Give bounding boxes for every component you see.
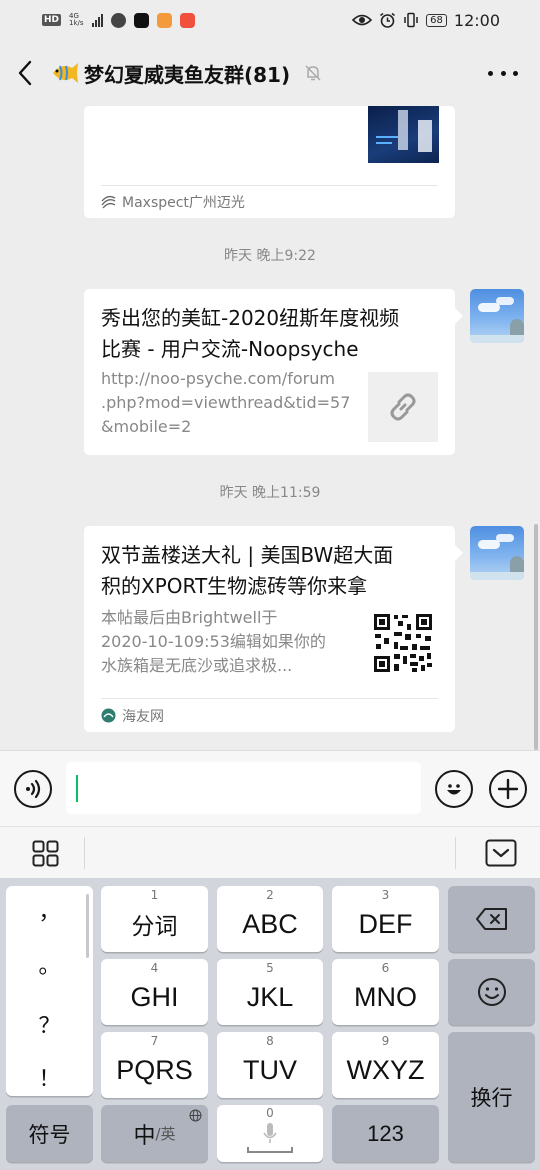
network-speed: 1k/s — [69, 19, 84, 27]
bubble-tail — [455, 308, 463, 324]
backspace-key[interactable] — [448, 886, 535, 952]
link-card-noopsyche[interactable]: 秀出您的美缸-2020纽斯年度视频 比赛 - 用户交流-Noopsyche ht… — [84, 289, 455, 455]
toolbar-divider — [455, 837, 456, 869]
card-source-label: Maxspect广州迈光 — [122, 195, 245, 211]
lang-main-label: 中 — [133, 1123, 156, 1149]
key-9-wxyz[interactable]: 9 WXYZ — [332, 1032, 439, 1098]
punctuation-scrollbar — [86, 894, 89, 958]
microphone-icon — [263, 1122, 277, 1143]
emoji-smile-icon — [447, 784, 461, 795]
vibrate-icon — [404, 12, 418, 28]
key-8-tuv[interactable]: 8 TUV — [217, 1032, 323, 1098]
link-thumbnail — [368, 106, 439, 163]
keyboard-toolbar — [0, 826, 540, 878]
space-key[interactable]: 0 — [217, 1105, 323, 1162]
punct-comma-key[interactable]: ， — [6, 894, 93, 926]
key-5-jkl[interactable]: 5 JKL — [217, 959, 323, 1025]
globe-icon — [189, 1109, 202, 1122]
key-7-pqrs[interactable]: 7 PQRS — [101, 1032, 208, 1098]
plus-icon — [497, 778, 519, 800]
more-actions-button[interactable] — [489, 770, 527, 808]
emoji-key[interactable] — [448, 959, 535, 1025]
key-3-def[interactable]: 3 DEF — [332, 886, 439, 952]
symbols-key[interactable]: 符号 — [6, 1105, 93, 1162]
language-switch-key[interactable]: 中/英 — [101, 1105, 208, 1162]
hd-indicator: HD — [42, 14, 62, 26]
card-source: Maxspect广州迈光 — [101, 185, 438, 218]
card-source: 海友网 — [101, 698, 438, 732]
chat-header: 梦幻夏威夷鱼友群(81) — [0, 40, 540, 106]
link-card-maxspect[interactable]: Maxspect广州迈光 — [84, 106, 455, 218]
qr-code-thumbnail — [372, 612, 434, 674]
key-1-fenci[interactable]: 1 分词 — [101, 886, 208, 952]
network-indicator: 4G 1k/s — [69, 13, 84, 27]
key-6-mno[interactable]: 6 MNO — [332, 959, 439, 1025]
backspace-icon — [475, 908, 507, 930]
app-notification-icon-red — [179, 12, 195, 28]
punct-exclaim-key[interactable]: ！ — [6, 1061, 93, 1093]
app-notification-icon — [110, 12, 126, 28]
status-bar: HD 4G 1k/s 68 12:00 — [0, 0, 540, 40]
link-description: http://noo-psyche.com/forum .php?mod=vie… — [101, 369, 351, 436]
bubble-tail — [455, 545, 463, 561]
key-4-ghi[interactable]: 4 GHI — [101, 959, 208, 1025]
link-title: 秀出您的美缸-2020纽斯年度视频 比赛 - 用户交流-Noopsyche — [101, 306, 400, 361]
hide-keyboard-icon[interactable] — [485, 839, 517, 867]
tiktok-notification-icon — [133, 12, 149, 28]
message-timestamp: 昨天 晚上11:59 — [219, 485, 321, 501]
link-description: 本帖最后由Brightwell于 2020-10-109:53编辑如果你的 水族… — [101, 608, 326, 675]
eye-icon — [352, 14, 373, 26]
voice-input-button[interactable] — [14, 770, 52, 808]
punct-question-key[interactable]: ？ — [6, 1008, 93, 1040]
back-arrow-icon — [18, 60, 32, 86]
chat-title: 梦幻夏威夷鱼友群(81) — [84, 62, 291, 87]
voice-icon — [26, 779, 41, 799]
link-card-haiyou[interactable]: 双节盖楼送大礼 | 美国BW超大面 积的XPORT生物滤砖等你来拿 本帖最后由B… — [84, 526, 455, 732]
lang-alt-label: /英 — [155, 1125, 176, 1143]
text-caret — [76, 775, 78, 802]
toolbar-divider — [84, 837, 85, 869]
enter-key[interactable]: 换行 — [448, 1032, 535, 1162]
signal-icon — [91, 13, 103, 27]
mute-bell-icon — [305, 65, 321, 81]
back-button[interactable] — [0, 40, 50, 106]
numbers-key[interactable]: 123 — [332, 1105, 439, 1162]
maxspect-logo-icon — [101, 195, 116, 209]
key-2-abc[interactable]: 2 ABC — [217, 886, 323, 952]
more-options-button[interactable] — [488, 62, 518, 84]
fish-emoji-icon — [53, 63, 78, 83]
emoji-button[interactable] — [435, 770, 473, 808]
haiyou-logo-icon — [101, 708, 116, 723]
user-avatar[interactable] — [470, 289, 524, 343]
alarm-icon — [380, 12, 396, 28]
smiley-icon — [477, 978, 506, 1006]
app-notification-icon-orange — [156, 12, 172, 28]
user-avatar[interactable] — [470, 526, 524, 580]
t9-keyboard: ， 。 ？ ！ 1 分词 2 ABC 3 DEF 4 GHI 5 JKL 6 M… — [0, 878, 540, 1170]
chat-messages[interactable]: Maxspect广州迈光 昨天 晚上9:22 秀出您的美缸-2020纽斯年度视频… — [0, 106, 540, 750]
space-bar-icon — [247, 1147, 293, 1153]
link-placeholder-thumbnail — [368, 372, 438, 442]
keyboard-menu-grid-icon[interactable] — [32, 840, 59, 867]
message-text-input[interactable] — [66, 762, 421, 814]
battery-icon: 68 — [426, 13, 447, 27]
chat-scrollbar[interactable] — [534, 524, 538, 750]
card-source-label: 海友网 — [122, 708, 164, 725]
punct-period-key[interactable]: 。 — [6, 948, 93, 980]
link-title: 双节盖楼送大礼 | 美国BW超大面 积的XPORT生物滤砖等你来拿 — [101, 543, 394, 598]
status-time: 12:00 — [453, 10, 500, 30]
message-input-bar — [0, 750, 540, 826]
punctuation-list[interactable]: ， 。 ？ ！ — [6, 886, 93, 1096]
link-icon — [390, 393, 416, 421]
message-timestamp: 昨天 晚上9:22 — [224, 248, 316, 264]
